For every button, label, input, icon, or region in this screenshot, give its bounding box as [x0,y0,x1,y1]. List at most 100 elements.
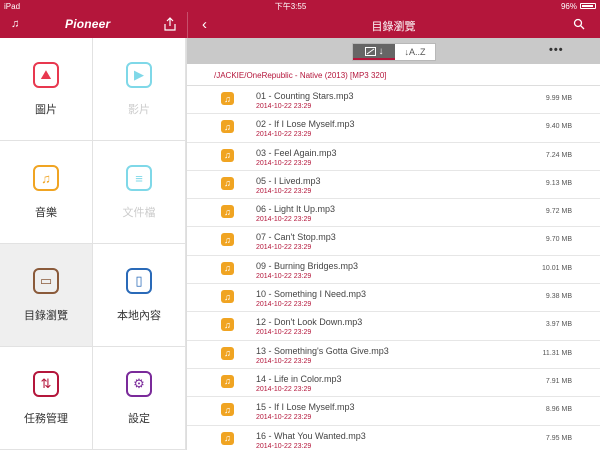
file-row[interactable]: ♫ 15 - If I Lose Myself.mp3 2014-10-22 23:… [187,397,600,426]
music-note-icon[interactable]: ♫ [11,18,19,30]
search-icon[interactable] [573,18,585,30]
file-name: 05 - I Lived.mp3 [256,175,321,186]
menu-tile[interactable]: ⚙ 設定 [93,347,186,450]
file-size: 10.01 MB [542,264,572,272]
file-row[interactable]: ♫ 16 - What You Wanted.mp3 2014-10-22 23:2… [187,426,600,450]
audio-file-icon: ♫ [221,92,234,105]
sort-date-arrow: ↓ [378,45,384,57]
nav-left-section: ♫ Pioneer [0,12,188,38]
file-row[interactable]: ♫ 02 - If I Lose Myself.mp3 2014-10-22 23:… [187,114,600,143]
file-name: 16 - What You Wanted.mp3 [256,430,366,441]
file-size: 9.70 MB [545,236,572,244]
file-size: 3.97 MB [545,321,572,329]
audio-file-icon: ♫ [221,176,234,190]
gear-icon: ⚙ [126,371,152,397]
menu-tile[interactable]: ▭ 目錄瀏覽 [0,244,93,347]
menu-tile-label: 任務管理 [24,413,68,425]
folder-icon: ▭ [33,268,59,294]
audio-file-icon: ♫ [221,431,234,445]
file-size: 9.99 MB [545,95,572,102]
battery-icon [579,3,596,9]
list-toolbar: ↓ ↓A..Z ••• [187,38,600,64]
status-bar: iPad 下午3:55 96% [0,0,600,12]
menu-tile-label: 本地內容 [117,310,161,322]
file-row[interactable]: ♫ 05 - I Lived.mp3 2014-10-22 23:29 9.13 MB [187,171,600,200]
sort-by-date-button[interactable]: ↓ [353,44,395,60]
file-name: 15 - If I Lose Myself.mp3 [256,402,355,413]
menu-tile-label: 影片 [128,104,150,116]
file-name: 02 - If I Lose Myself.mp3 [256,119,355,130]
file-row[interactable]: ♫ 01 - Counting Stars.mp3 2014-10-22 23:29… [187,86,600,115]
file-date: 2014-10-22 23:29 [256,301,312,309]
file-size: 8.96 MB [545,406,572,414]
menu-tile[interactable]: ♫ 音樂 [0,141,93,244]
audio-file-icon: ♫ [221,346,234,360]
share-icon[interactable] [163,17,177,31]
document-icon: ≡ [126,165,152,191]
file-name: 10 - Something I Need.mp3 [256,289,367,300]
menu-tile-label: 音樂 [35,207,57,219]
more-options-icon[interactable]: ••• [549,44,564,56]
file-size: 7.91 MB [545,377,572,385]
audio-file-icon: ♫ [221,318,234,332]
menu-tile-label: 圖片 [35,104,57,116]
menu-tile[interactable]: ⇅ 任務管理 [0,347,93,450]
picture-icon: ⛰ [33,62,59,88]
file-date: 2014-10-22 23:29 [256,216,312,224]
page-title: 目錄瀏覽 [371,21,416,33]
menu-tile-label: 設定 [128,413,150,425]
audio-file-icon: ♫ [221,233,234,247]
file-size: 9.40 MB [545,123,572,131]
app-logo: Pioneer [65,17,111,31]
audio-file-icon: ♫ [221,120,234,134]
file-name: 01 - Counting Stars.mp3 [256,91,354,101]
file-date: 2014-10-22 23:29 [256,159,312,167]
video-icon: ▶ [126,62,152,88]
audio-file-icon: ♫ [221,403,234,417]
file-name: 14 - Life in Color.mp3 [256,373,342,384]
audio-file-icon: ♫ [221,261,234,275]
file-row[interactable]: ♫ 12 - Don't Look Down.mp3 2014-10-22 23:2… [187,312,600,341]
file-list: ♫ 01 - Counting Stars.mp3 2014-10-22 23:29… [187,86,600,450]
battery-percent: 96% [560,1,577,11]
sort-by-name-button[interactable]: ↓A..Z [395,44,435,60]
file-row[interactable]: ♫ 03 - Feel Again.mp3 2014-10-22 23:29 7.24… [187,143,600,171]
file-date: 2014-10-22 23:29 [256,272,312,280]
menu-tile-label: 目錄瀏覽 [24,310,68,322]
device-label: iPad [4,1,21,11]
file-row[interactable]: ♫ 10 - Something I Need.mp3 2014-10-22 23:… [187,284,600,313]
file-row[interactable]: ♫ 06 - Light It Up.mp3 2014-10-22 23:29 9.7… [187,199,600,228]
file-date: 2014-10-22 23:29 [256,103,312,110]
file-date: 2014-10-22 23:29 [256,131,312,139]
file-date: 2014-10-22 23:29 [256,329,312,337]
clock: 下午3:55 [274,1,307,11]
file-name: 03 - Feel Again.mp3 [256,147,337,158]
file-size: 7.24 MB [545,151,572,159]
file-row[interactable]: ♫ 09 - Burning Bridges.mp3 2014-10-22 23:2… [187,256,600,285]
nav-bar: ♫ Pioneer ‹ 目錄瀏覽 [0,12,600,38]
file-size: 9.13 MB [545,179,572,187]
file-row[interactable]: ♫ 07 - Can't Stop.mp3 2014-10-22 23:29 9.70… [187,227,600,256]
audio-file-icon: ♫ [221,148,234,162]
audio-file-icon: ♫ [221,205,234,219]
menu-tile: ▶ 影片 [93,38,186,141]
menu-tile: ≡ 文件檔 [93,141,186,244]
menu-tile-label: 文件檔 [122,207,156,219]
battery-indicator: 96% [561,2,596,11]
file-size: 9.38 MB [545,293,572,301]
file-date: 2014-10-22 23:29 [256,244,312,252]
audio-file-icon: ♫ [221,374,234,388]
device-icon: ▯ [126,268,152,294]
menu-tile[interactable]: ▯ 本地內容 [93,244,186,347]
file-size: 9.72 MB [545,208,572,216]
file-size: 11.31 MB [542,349,572,357]
file-date: 2014-10-22 23:29 [256,187,312,195]
main-menu-grid: ⛰ 圖片 ▶ 影片 ♫ 音樂 ≡ 文件檔 ▭ 目錄瀏覽 ▯ 本地內容 ⇅ 任務管理 ⚙ 設定 [0,38,187,450]
file-date: 2014-10-22 23:29 [256,385,312,393]
menu-tile[interactable]: ⛰ 圖片 [0,38,93,141]
file-row[interactable]: ♫ 14 - Life in Color.mp3 2014-10-22 23:29 7… [187,369,600,398]
file-row[interactable]: ♫ 13 - Something's Gotta Give.mp3 2014-10-… [187,341,600,369]
file-name: 07 - Can't Stop.mp3 [256,232,336,243]
task-icon: ⇅ [33,371,59,397]
music-icon: ♫ [33,165,59,191]
